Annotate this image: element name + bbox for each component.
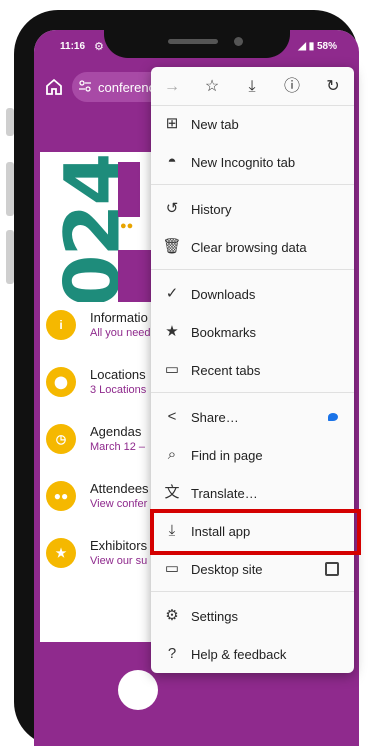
battery-level: 58%: [316, 41, 337, 52]
clock-icon: ◷: [46, 424, 76, 454]
bookmark-star-icon[interactable]: ☆: [201, 76, 223, 98]
settings-icon: ⚙: [165, 607, 179, 624]
menu-item-label: New tab: [191, 117, 239, 132]
menu-item-label: Bookmarks: [191, 325, 257, 340]
desktop-site-checkbox[interactable]: [325, 562, 339, 576]
speaker-grille: [168, 39, 218, 44]
menu-item-history[interactable]: ↺ History: [151, 190, 354, 228]
menu-item-downloads[interactable]: ✓ Downloads: [151, 275, 354, 313]
menu-divider: [151, 591, 354, 592]
menu-item-label: Downloads: [191, 287, 256, 302]
home-icon[interactable]: [44, 77, 64, 97]
recent-tabs-icon: ▭: [164, 361, 180, 378]
find-in-page-icon: ⌕: [167, 446, 177, 463]
bookmarks-icon: ★: [165, 323, 179, 340]
list-item-agendas[interactable]: ◷ Agendas March 12 –: [40, 416, 160, 476]
list-item-locations[interactable]: ⬤ Locations 3 Locations: [40, 359, 160, 419]
share-icon: <: [167, 408, 177, 425]
list-item-attendees[interactable]: ●● Attendees View confer: [40, 473, 160, 533]
new-tab-icon: ⊞: [165, 115, 179, 132]
forward-icon[interactable]: →: [161, 76, 183, 98]
list-item-subtitle: View our su: [90, 555, 148, 567]
menu-item-label: Help & feedback: [191, 647, 287, 662]
menu-divider: [151, 269, 354, 270]
info-icon[interactable]: ⓘ: [281, 76, 303, 98]
translate-icon: 文: [164, 484, 180, 501]
front-camera: [234, 37, 243, 46]
trash-icon: 🗑: [162, 238, 182, 255]
menu-item-label: Desktop site: [191, 562, 263, 577]
menu-item-bookmarks[interactable]: ★ Bookmarks: [151, 313, 354, 351]
list-item-subtitle: All you need: [90, 327, 151, 339]
menu-divider: [151, 184, 354, 185]
menu-item-new-incognito-tab[interactable]: ◓ New Incognito tab: [151, 143, 354, 181]
list-item-title: Locations: [90, 367, 146, 382]
list-item-subtitle: View confer: [90, 498, 148, 510]
banner-confetti: ●●: [120, 220, 134, 232]
menu-divider: [151, 392, 354, 393]
menu-item-label: Settings: [191, 609, 238, 624]
menu-item-settings[interactable]: ⚙ Settings: [151, 597, 354, 635]
list-item-title: Informatio: [90, 310, 148, 325]
status-time: 11:16: [60, 41, 86, 52]
list-item-title: Attendees: [90, 481, 149, 496]
reload-icon[interactable]: ↻: [322, 76, 344, 98]
menu-item-label: Find in page: [191, 448, 263, 463]
menu-item-clear-browsing-data[interactable]: 🗑 Clear browsing data: [151, 228, 354, 266]
install-app-highlight-box: [150, 509, 361, 555]
share-target-badge-icon: [328, 413, 338, 421]
menu-item-share[interactable]: < Share…: [151, 398, 354, 436]
url-text: conferenc: [98, 80, 156, 95]
status-battery: ◢ ▮ 58%: [298, 41, 337, 52]
list-item-exhibitors[interactable]: ★ Exhibitors View our su: [40, 530, 160, 590]
info-icon: i: [46, 310, 76, 340]
history-icon: ↺: [165, 200, 179, 217]
location-pin-icon: ⬤: [46, 367, 76, 397]
menu-item-label: Clear browsing data: [191, 240, 307, 255]
menu-item-find-in-page[interactable]: ⌕ Find in page: [151, 436, 354, 474]
menu-item-recent-tabs[interactable]: ▭ Recent tabs: [151, 351, 354, 389]
menu-item-label: Recent tabs: [191, 363, 261, 378]
menu-item-label: Share…: [191, 410, 239, 425]
status-settings-icon: ⚙: [94, 41, 104, 53]
menu-item-label: Translate…: [191, 486, 258, 501]
star-icon: ★: [46, 538, 76, 568]
downloads-icon: ✓: [165, 285, 179, 302]
phone-side-button-mid: [6, 162, 14, 216]
help-icon: ?: [167, 645, 177, 662]
menu-item-new-tab[interactable]: ⊞ New tab: [151, 105, 354, 143]
menu-item-label: History: [191, 202, 232, 217]
people-icon: ●●: [46, 481, 76, 511]
list-item-information[interactable]: i Informatio All you need: [40, 302, 160, 362]
list-item-title: Exhibitors: [90, 538, 148, 553]
camera-notch: [104, 30, 290, 58]
desktop-icon: ▭: [164, 560, 180, 577]
download-icon[interactable]: ⤓: [241, 76, 263, 98]
incognito-icon: ◓: [167, 153, 177, 170]
menu-item-desktop-site[interactable]: ▭ Desktop site: [151, 550, 354, 588]
list-item-subtitle: 3 Locations: [90, 384, 147, 396]
menu-item-translate[interactable]: 文 Translate…: [151, 474, 354, 512]
phone-side-button-top: [6, 108, 14, 136]
browser-overflow-menu: → ☆ ⤓ ⓘ ↻ ⊞ New tab ◓ New Incognito tab …: [151, 67, 354, 673]
footer-logo: [118, 670, 158, 710]
banner-shape-top: [118, 162, 140, 217]
menu-action-row: → ☆ ⤓ ⓘ ↻: [151, 67, 354, 105]
phone-side-button-low: [6, 230, 14, 284]
list-item-title: Agendas: [90, 424, 142, 439]
menu-item-help-feedback[interactable]: ? Help & feedback: [151, 635, 354, 673]
menu-item-label: New Incognito tab: [191, 155, 296, 170]
site-settings-icon[interactable]: [78, 79, 92, 93]
list-item-subtitle: March 12 –: [90, 441, 146, 453]
